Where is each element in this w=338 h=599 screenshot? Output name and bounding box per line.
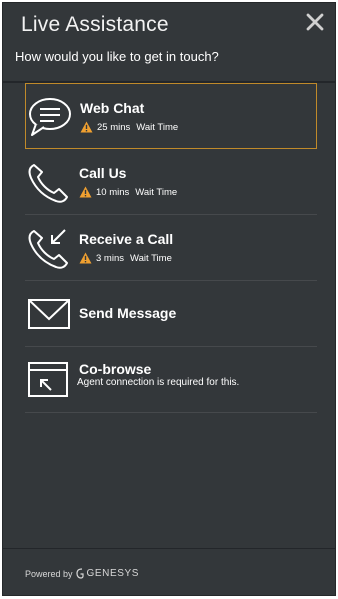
close-icon[interactable] <box>305 12 325 32</box>
contact-options-list: Web Chat 25 mins Wait Time Call Us 10 mi… <box>25 83 317 413</box>
wait-time-value: 3 mins <box>96 252 124 264</box>
warning-icon <box>79 186 92 198</box>
option-web-chat[interactable]: Web Chat 25 mins Wait Time <box>25 83 317 149</box>
warning-icon <box>80 121 93 133</box>
widget-footer: Powered by GENESYS <box>3 548 335 595</box>
brand-name[interactable]: GENESYS <box>87 568 140 579</box>
option-title: Receive a Call <box>79 231 174 247</box>
wait-time-info: 25 mins Wait Time <box>80 121 178 133</box>
widget-header: Live Assistance How would you like to ge… <box>3 3 335 83</box>
widget-subtitle: How would you like to get in touch? <box>15 49 219 64</box>
widget-title: Live Assistance <box>21 13 169 36</box>
envelope-icon <box>28 299 70 329</box>
wait-time-info: 10 mins Wait Time <box>79 186 177 198</box>
cobrowse-icon <box>28 362 68 397</box>
wait-time-value: 10 mins <box>96 186 130 198</box>
option-title: Call Us <box>79 165 127 181</box>
powered-by-label: Powered by <box>25 568 73 579</box>
wait-time-label: Wait Time <box>135 186 178 198</box>
warning-icon <box>79 252 92 264</box>
option-receive-call[interactable]: Receive a Call 3 mins Wait Time <box>25 215 317 281</box>
wait-time-label: Wait Time <box>129 252 172 264</box>
option-title: Send Message <box>79 305 177 321</box>
option-call-us[interactable]: Call Us 10 mins Wait Time <box>25 149 317 215</box>
phone-icon <box>28 164 68 203</box>
option-send-message[interactable]: Send Message <box>25 281 317 347</box>
option-title: Web Chat <box>80 100 145 116</box>
option-co-browse[interactable]: Co-browse Agent connection is required f… <box>25 347 317 413</box>
wait-time-label: Wait Time <box>136 121 179 133</box>
option-title: Co-browse <box>79 361 152 377</box>
option-subtitle: Agent connection is required for this. <box>77 377 240 388</box>
chat-bubble-icon <box>29 98 71 136</box>
genesys-logo-icon <box>75 568 84 579</box>
powered-by: Powered by GENESYS <box>25 568 139 579</box>
incoming-call-icon <box>28 229 68 269</box>
live-assistance-widget: Live Assistance How would you like to ge… <box>2 2 336 596</box>
wait-time-value: 25 mins <box>97 121 131 133</box>
wait-time-info: 3 mins Wait Time <box>79 252 172 264</box>
